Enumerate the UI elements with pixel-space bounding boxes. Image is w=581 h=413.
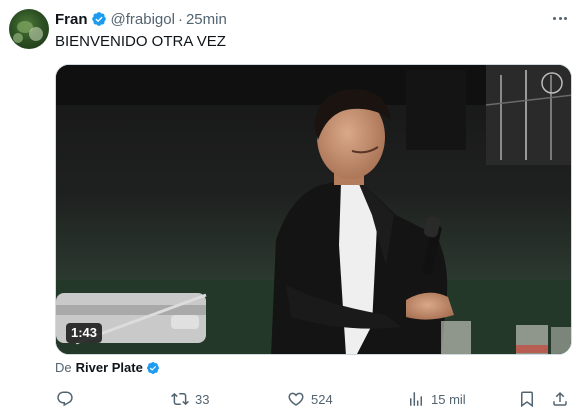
bookmark-icon — [521, 391, 533, 408]
tweet-text: BIENVENIDO OTRA VEZ — [55, 33, 226, 50]
reply-icon — [57, 391, 73, 407]
video-duration-badge: 1:43 — [66, 323, 103, 343]
views-chart-icon — [410, 392, 422, 406]
video-player[interactable]: 1:43 — [55, 64, 572, 355]
author-handle[interactable]: @frabigol — [111, 11, 175, 28]
bookmark-button[interactable] — [518, 388, 536, 410]
verified-badge-icon — [146, 361, 159, 374]
verified-badge-icon — [91, 12, 106, 26]
video-thumbnail — [56, 65, 571, 354]
like-button[interactable]: 524 — [287, 388, 333, 410]
retweet-count: 33 — [195, 391, 210, 407]
action-bar: 33 524 15 mil — [55, 388, 572, 410]
heart-icon — [288, 392, 304, 406]
more-dots-icon — [553, 16, 557, 20]
tweet-header: Fran @frabigol · 25min — [55, 9, 227, 29]
timestamp[interactable]: 25min — [186, 11, 227, 28]
more-options-button[interactable] — [548, 8, 572, 28]
like-count: 524 — [311, 391, 333, 407]
separator-dot: · — [177, 10, 183, 28]
retweet-icon — [171, 392, 189, 406]
tweet-card[interactable]: Fran @frabigol · 25min BIENVENIDO OTRA V… — [0, 0, 581, 413]
retweet-button[interactable]: 33 — [171, 388, 209, 410]
views-button[interactable]: 15 mil — [407, 388, 466, 410]
share-icon — [553, 391, 567, 406]
author-name[interactable]: Fran — [55, 11, 88, 28]
reply-button[interactable] — [56, 388, 80, 410]
avatar[interactable] — [9, 9, 49, 49]
attribution-account-link[interactable]: River Plate — [76, 360, 143, 375]
views-count: 15 mil — [431, 391, 466, 407]
media-attribution: De River Plate — [55, 360, 160, 375]
share-button[interactable] — [551, 388, 569, 410]
attribution-prefix: De — [55, 360, 72, 375]
